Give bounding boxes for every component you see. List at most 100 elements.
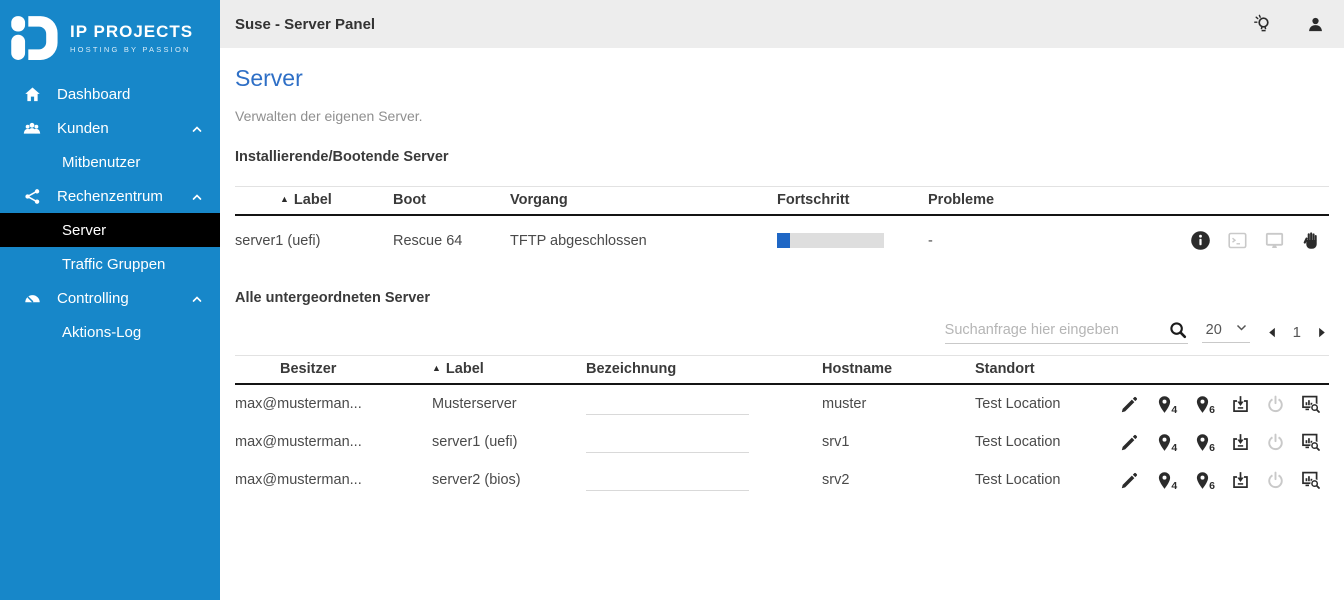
search-icon[interactable] <box>1168 320 1188 340</box>
sidebar-nav: Dashboard Kunden Mitbenutzer <box>0 77 220 349</box>
monitoring-icon[interactable] <box>1301 394 1321 414</box>
chevron-up-icon <box>191 190 203 207</box>
cell-hostname: muster <box>822 384 975 423</box>
sidebar-item-label: Mitbenutzer <box>62 154 140 171</box>
cell-label: server1 (uefi) <box>432 423 586 461</box>
column-header-hostname[interactable]: Hostname <box>822 356 975 385</box>
brand-logo[interactable]: IP PROJECTS HOSTING BY PASSION <box>0 0 220 75</box>
bezeichnung-input[interactable] <box>586 469 749 491</box>
sidebar-item-rechenzentrum[interactable]: Rechenzentrum <box>0 179 220 213</box>
ipv4-pin-icon[interactable]: 4 <box>1155 433 1177 452</box>
ipv6-pin-icon[interactable]: 6 <box>1193 471 1215 490</box>
search-input[interactable] <box>945 322 1168 338</box>
section-title-installing: Installierende/Bootende Server <box>235 149 1329 165</box>
bezeichnung-input[interactable] <box>586 431 749 453</box>
installing-servers-table: ▲Label Boot Vorgang Fortschritt Probleme… <box>235 186 1329 265</box>
ipv6-badge: 6 <box>1209 404 1215 416</box>
table-controls: 20 1 <box>235 316 1329 348</box>
install-icon[interactable] <box>1231 471 1250 490</box>
sidebar-item-label: Traffic Gruppen <box>62 256 165 273</box>
brand-name: IP PROJECTS <box>70 22 193 42</box>
table-row: max@musterman... server2 (bios) srv2 Tes… <box>235 461 1329 499</box>
sidebar-item-label: Kunden <box>57 120 109 137</box>
column-header-probleme[interactable]: Probleme <box>928 187 1058 216</box>
column-header-vorgang[interactable]: Vorgang <box>510 187 777 216</box>
cell-standort: Test Location <box>975 423 1120 461</box>
sidebar-item-label: Aktions-Log <box>62 324 141 341</box>
cell-probleme: - <box>928 215 1058 265</box>
sidebar: IP PROJECTS HOSTING BY PASSION Dashboard <box>0 0 220 600</box>
cell-besitzer: max@musterman... <box>235 384 432 423</box>
chevron-up-icon <box>191 122 203 139</box>
prev-page-icon[interactable] <box>1265 325 1280 340</box>
edit-pencil-icon[interactable] <box>1120 395 1139 414</box>
sidebar-item-controlling[interactable]: Controlling <box>0 281 220 315</box>
all-servers-table: Besitzer ▲Label Bezeichnung Hostname Sta… <box>235 355 1329 499</box>
monitor-icon[interactable] <box>1264 230 1285 251</box>
power-icon[interactable] <box>1266 471 1285 490</box>
column-header-bezeichnung[interactable]: Bezeichnung <box>586 356 822 385</box>
cell-besitzer: max@musterman... <box>235 461 432 499</box>
sidebar-item-traffic-gruppen[interactable]: Traffic Gruppen <box>0 247 220 281</box>
brand-tagline: HOSTING BY PASSION <box>70 45 193 54</box>
cell-standort: Test Location <box>975 384 1120 423</box>
edit-pencil-icon[interactable] <box>1120 471 1139 490</box>
sidebar-item-label: Dashboard <box>57 86 130 103</box>
ipv4-pin-icon[interactable]: 4 <box>1155 471 1177 490</box>
cell-hostname: srv1 <box>822 423 975 461</box>
sidebar-item-aktions-log[interactable]: Aktions-Log <box>0 315 220 349</box>
terminal-icon[interactable] <box>1227 230 1248 251</box>
install-icon[interactable] <box>1231 433 1250 452</box>
column-header-besitzer[interactable]: Besitzer <box>235 356 432 385</box>
sidebar-item-dashboard[interactable]: Dashboard <box>0 77 220 111</box>
sidebar-item-server[interactable]: Server <box>0 213 220 247</box>
edit-pencil-icon[interactable] <box>1120 433 1139 452</box>
current-page: 1 <box>1293 324 1301 341</box>
monitoring-icon[interactable] <box>1301 470 1321 490</box>
ipv4-badge: 4 <box>1171 480 1177 492</box>
topbar: Suse - Server Panel <box>220 0 1344 48</box>
hand-stop-icon[interactable] <box>1301 231 1321 251</box>
window-title: Suse - Server Panel <box>235 16 375 33</box>
sidebar-item-mitbenutzer[interactable]: Mitbenutzer <box>0 145 220 179</box>
page-subtitle: Verwalten der eigenen Server. <box>235 108 1329 124</box>
column-header-label[interactable]: ▲Label <box>432 356 586 385</box>
table-row: max@musterman... Musterserver muster Tes… <box>235 384 1329 423</box>
ipv6-badge: 6 <box>1209 480 1215 492</box>
power-icon[interactable] <box>1266 395 1285 414</box>
section-title-all-servers: Alle untergeordneten Server <box>235 290 1329 306</box>
page-title: Server <box>235 65 1329 92</box>
column-header-standort[interactable]: Standort <box>975 356 1120 385</box>
column-header-boot[interactable]: Boot <box>393 187 510 216</box>
page-size-select[interactable]: 20 <box>1202 321 1250 343</box>
next-page-icon[interactable] <box>1314 325 1329 340</box>
server-panel-app: IP PROJECTS HOSTING BY PASSION Dashboard <box>0 0 1344 600</box>
user-icon[interactable] <box>1304 13 1326 35</box>
users-icon <box>22 118 42 138</box>
ipv4-badge: 4 <box>1171 404 1177 416</box>
monitoring-icon[interactable] <box>1301 432 1321 452</box>
gauge-icon <box>22 288 42 308</box>
cell-boot: Rescue 64 <box>393 215 510 265</box>
home-icon <box>22 84 42 104</box>
column-header-fortschritt[interactable]: Fortschritt <box>777 187 928 216</box>
ipv4-pin-icon[interactable]: 4 <box>1155 395 1177 414</box>
sidebar-item-kunden[interactable]: Kunden <box>0 111 220 145</box>
column-header-label[interactable]: ▲Label <box>235 187 393 216</box>
ipv6-pin-icon[interactable]: 6 <box>1193 433 1215 452</box>
cell-label: server2 (bios) <box>432 461 586 499</box>
bezeichnung-input[interactable] <box>586 393 749 415</box>
cell-besitzer: max@musterman... <box>235 423 432 461</box>
cell-vorgang: TFTP abgeschlossen <box>510 215 777 265</box>
info-icon[interactable] <box>1190 230 1211 251</box>
ipprojects-logo-icon <box>8 12 60 64</box>
lightbulb-icon[interactable] <box>1252 13 1274 35</box>
sidebar-item-label: Rechenzentrum <box>57 188 163 205</box>
power-icon[interactable] <box>1266 433 1285 452</box>
progress-bar <box>777 233 884 248</box>
main-area: Suse - Server Panel <box>220 0 1344 600</box>
install-icon[interactable] <box>1231 395 1250 414</box>
ipv6-pin-icon[interactable]: 6 <box>1193 395 1215 414</box>
sidebar-item-label: Server <box>62 222 106 239</box>
sort-asc-icon: ▲ <box>280 194 289 204</box>
